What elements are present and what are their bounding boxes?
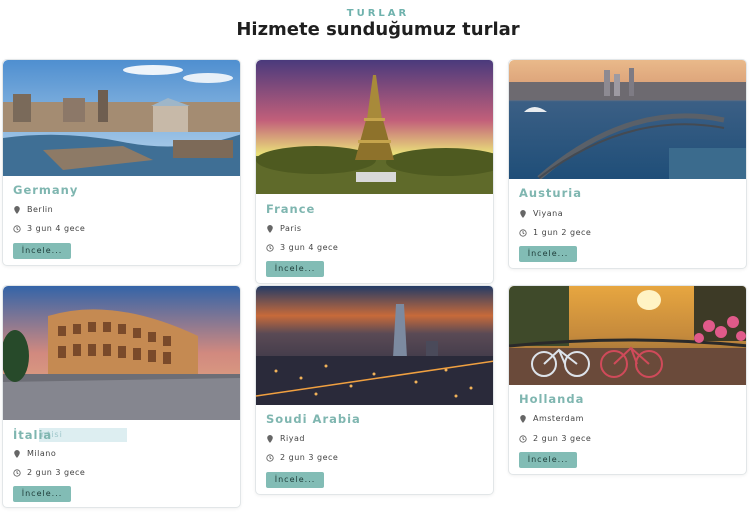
clock-icon xyxy=(266,243,274,252)
tour-title: İtalia xyxy=(13,428,53,442)
map-pin-icon xyxy=(267,434,273,443)
tour-duration: 2 gun 3 gece xyxy=(266,453,338,462)
tour-location: Paris xyxy=(266,224,302,233)
incele-button-soudi-arabia[interactable]: İncele... xyxy=(266,472,324,488)
tour-city: Milano xyxy=(27,449,57,458)
tour-title: Hollanda xyxy=(519,392,585,406)
clock-icon xyxy=(519,434,527,443)
tour-card-hollanda: Hollanda Amsterdam 2 gun 3 gece İncele..… xyxy=(508,285,747,475)
tour-duration: 3 gun 4 gece xyxy=(266,243,338,252)
incele-button-hollanda[interactable]: İncele... xyxy=(519,452,577,468)
tour-location: Viyana xyxy=(519,209,563,218)
tour-city: Amsterdam xyxy=(533,414,584,423)
tour-card-italia: ntisi İtalia Milano 2 gun 3 gece İncele.… xyxy=(2,285,241,508)
map-pin-icon xyxy=(14,205,20,214)
tour-title: Germany xyxy=(13,183,79,197)
tour-card-austuria: Austuria Viyana 1 gun 2 gece İncele... xyxy=(508,59,747,269)
tour-duration-text: 2 gun 3 gece xyxy=(27,468,86,477)
tour-city: Viyana xyxy=(533,209,564,218)
tour-photo-austuria xyxy=(509,60,746,179)
tour-photo-italia xyxy=(3,286,240,420)
tour-duration: 2 gun 3 gece xyxy=(13,468,85,477)
incele-button-germany[interactable]: İncele... xyxy=(13,243,71,259)
tour-title: Austuria xyxy=(519,186,582,200)
tour-city: Paris xyxy=(280,224,302,233)
tour-city: Riyad xyxy=(280,434,305,443)
map-pin-icon xyxy=(267,224,273,233)
tour-photo-hollanda xyxy=(509,286,746,385)
tour-duration-text: 2 gun 3 gece xyxy=(533,434,592,443)
tour-location: Milano xyxy=(13,449,56,458)
section-title: Hizmete sunduğumuz turlar xyxy=(236,19,520,40)
tour-location: Riyad xyxy=(266,434,305,443)
tour-city: Berlin xyxy=(27,205,54,214)
tour-location: Berlin xyxy=(13,205,53,214)
tour-duration-text: 3 gun 4 gece xyxy=(280,243,339,252)
tour-photo-soudi-arabia xyxy=(256,286,493,405)
tour-photo-france xyxy=(256,60,493,194)
incele-button-italia[interactable]: İncele... xyxy=(13,486,71,502)
tour-location: Amsterdam xyxy=(519,414,584,423)
tour-card-germany: Germany Berlin 3 gun 4 gece İncele... xyxy=(2,59,241,266)
section-eyebrow: TURLAR xyxy=(346,8,410,19)
tour-duration: 3 gun 4 gece xyxy=(13,224,85,233)
tour-duration-text: 3 gun 4 gece xyxy=(27,224,86,233)
map-pin-icon xyxy=(14,449,20,458)
tour-card-soudi-arabia: Soudi Arabia Riyad 2 gun 3 gece İncele..… xyxy=(255,285,494,495)
clock-icon xyxy=(266,453,274,462)
map-pin-icon xyxy=(520,414,526,423)
tour-photo-germany xyxy=(3,60,240,176)
map-pin-icon xyxy=(520,209,526,218)
overlay-ghost-text: ntisi xyxy=(39,428,127,442)
clock-icon xyxy=(519,228,527,237)
clock-icon xyxy=(13,224,21,233)
tour-duration-text: 2 gun 3 gece xyxy=(280,453,339,462)
incele-button-austuria[interactable]: İncele... xyxy=(519,246,577,262)
tour-title: France xyxy=(266,202,316,216)
tour-title: Soudi Arabia xyxy=(266,412,361,426)
incele-button-france[interactable]: İncele... xyxy=(266,261,324,277)
tour-duration: 1 gun 2 gece xyxy=(519,228,591,237)
tour-duration-text: 1 gun 2 gece xyxy=(533,228,592,237)
tour-duration: 2 gun 3 gece xyxy=(519,434,591,443)
tour-card-france: France Paris 3 gun 4 gece İncele... xyxy=(255,59,494,284)
clock-icon xyxy=(13,468,21,477)
